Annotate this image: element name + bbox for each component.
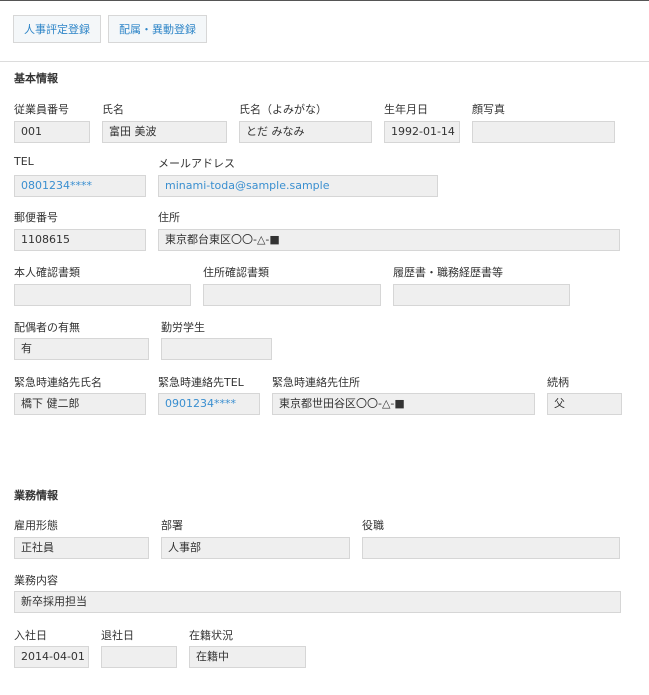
- emergency-address-label: 緊急時連絡先住所: [272, 376, 360, 389]
- id-doc-field: [14, 284, 191, 306]
- emergency-name-label: 緊急時連絡先氏名: [14, 376, 102, 389]
- emergency-tel-link[interactable]: 0901234****: [158, 393, 260, 415]
- address-label: 住所: [158, 211, 180, 224]
- address-field: 東京都台東区〇〇-△-■: [158, 229, 620, 251]
- relation-label: 続柄: [547, 376, 569, 389]
- tab-bar: 人事評定登録 配属・異動登録: [0, 1, 649, 62]
- employment-type-label: 雇用形態: [14, 519, 58, 532]
- tel-link[interactable]: 0801234****: [14, 175, 146, 197]
- name-label: 氏名: [102, 103, 124, 116]
- department-label: 部署: [161, 519, 183, 532]
- birthdate-label: 生年月日: [384, 103, 428, 116]
- relation-field: 父: [547, 393, 622, 415]
- name-kana-label: 氏名（よみがな）: [239, 103, 327, 116]
- emergency-address-field: 東京都世田谷区〇〇-△-■: [272, 393, 535, 415]
- student-label: 勤労学生: [161, 321, 205, 334]
- address-doc-field: [203, 284, 381, 306]
- email-link[interactable]: minami-toda@sample.sample: [158, 175, 438, 197]
- birthdate-field: 1992-01-14: [384, 121, 460, 143]
- resume-field: [393, 284, 570, 306]
- photo-field: [472, 121, 615, 143]
- department-field: 人事部: [161, 537, 350, 559]
- position-label: 役職: [362, 519, 384, 532]
- postal-label: 郵便番号: [14, 211, 58, 224]
- email-label: メールアドレス: [158, 157, 235, 170]
- name-field: 富田 美波: [102, 121, 227, 143]
- postal-field: 1108615: [14, 229, 146, 251]
- name-kana-field: とだ みなみ: [239, 121, 372, 143]
- employment-type-field: 正社員: [14, 537, 149, 559]
- status-label: 在籍状況: [189, 629, 233, 642]
- address-doc-label: 住所確認書類: [203, 266, 269, 279]
- photo-label: 顔写真: [472, 103, 505, 116]
- duties-field: 新卒採用担当: [14, 591, 621, 613]
- emergency-tel-label: 緊急時連絡先TEL: [158, 376, 244, 389]
- resume-label: 履歴書・職務経歴書等: [393, 266, 503, 279]
- duties-label: 業務内容: [14, 574, 58, 587]
- student-field: [161, 338, 272, 360]
- id-doc-label: 本人確認書類: [14, 266, 80, 279]
- spouse-label: 配偶者の有無: [14, 321, 80, 334]
- status-field: 在籍中: [189, 646, 306, 668]
- leave-date-field: [101, 646, 177, 668]
- spouse-field: 有: [14, 338, 149, 360]
- basic-info-heading: 基本情報: [14, 72, 58, 85]
- position-field: [362, 537, 620, 559]
- join-date-label: 入社日: [14, 629, 47, 642]
- tel-label: TEL: [14, 155, 34, 168]
- tab-assignment-transfer[interactable]: 配属・異動登録: [108, 15, 207, 43]
- emergency-name-field: 橋下 健二郎: [14, 393, 146, 415]
- leave-date-label: 退社日: [101, 629, 134, 642]
- join-date-field: 2014-04-01: [14, 646, 89, 668]
- employee-no-label: 従業員番号: [14, 103, 69, 116]
- employee-no-field: 001: [14, 121, 90, 143]
- tab-personnel-evaluation[interactable]: 人事評定登録: [13, 15, 101, 43]
- work-info-heading: 業務情報: [14, 489, 58, 502]
